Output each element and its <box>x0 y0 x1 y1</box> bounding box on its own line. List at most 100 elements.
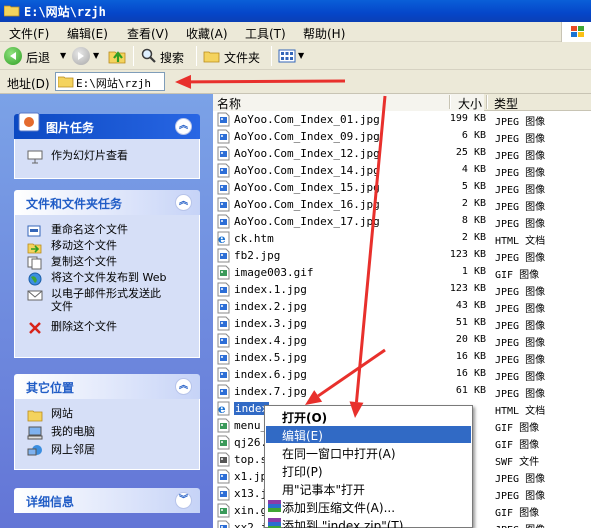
file-type: JPEG 图像 <box>495 202 546 213</box>
menu-favorites[interactable]: 收藏(A) <box>186 25 228 42</box>
table-row[interactable]: AoYoo.Com_Index_12.jpg 25 KB JPEG 图像 <box>213 145 591 162</box>
file-tasks-header[interactable]: 文件和文件夹任务 ︽ <box>14 190 200 215</box>
task-pane: 图片任务 ︽ 作为幻灯片查看 文件和文件夹任务 ︽ 重命名这个文件 移动这个文件 <box>0 94 213 528</box>
details-header[interactable]: 详细信息 ︾ <box>14 488 200 513</box>
table-row[interactable]: AoYoo.Com_Index_16.jpg 2 KB JPEG 图像 <box>213 196 591 213</box>
file-size: 2 KB <box>461 198 486 209</box>
table-row[interactable]: AoYoo.Com_Index_17.jpg 8 KB JPEG 图像 <box>213 213 591 230</box>
file-type: JPEG 图像 <box>495 372 546 383</box>
file-name: AoYoo.Com_Index_09.jpg <box>234 130 380 143</box>
file-name: top.s <box>234 453 268 466</box>
ctx-print[interactable]: 打印(P) <box>266 462 471 479</box>
chevron-down-icon[interactable]: ▼ <box>60 51 66 60</box>
menu-bar: 文件(F) 编辑(E) 查看(V) 收藏(A) 工具(T) 帮助(H) <box>0 22 591 42</box>
file-folder-tasks-panel: 文件和文件夹任务 ︽ 重命名这个文件 移动这个文件 复制这个文件 将这个文件发布… <box>14 190 200 358</box>
menu-tools[interactable]: 工具(T) <box>245 25 286 42</box>
jpeg-icon <box>217 129 230 144</box>
file-type: JPEG 图像 <box>495 168 546 179</box>
file-size: 5 KB <box>461 181 486 192</box>
table-row[interactable]: AoYoo.Com_Index_15.jpg 5 KB JPEG 图像 <box>213 179 591 196</box>
menu-help[interactable]: 帮助(H) <box>303 25 345 42</box>
file-name: xin.g <box>234 504 268 517</box>
collapse-icon[interactable]: ︽ <box>175 378 192 395</box>
views-button[interactable]: ▼ <box>278 46 306 66</box>
column-type[interactable]: 类型 <box>494 95 518 112</box>
table-row[interactable]: index.1.jpg 123 KB JPEG 图像 <box>213 281 591 298</box>
chevron-down-icon[interactable]: ▼ <box>298 51 304 60</box>
folder-icon <box>58 76 74 88</box>
jpeg-icon <box>217 469 230 484</box>
table-row[interactable]: index.5.jpg 16 KB JPEG 图像 <box>213 349 591 366</box>
address-bar: 地址(D) E:\网站\rzjh <box>0 70 591 94</box>
search-icon <box>141 48 156 63</box>
file-size: 123 KB <box>449 283 486 294</box>
svg-text:e: e <box>218 402 226 416</box>
ctx-open-same-window[interactable]: 在同一窗口中打开(A) <box>266 444 471 461</box>
svg-text:e: e <box>218 232 226 246</box>
table-row[interactable]: AoYoo.Com_Index_14.jpg 4 KB JPEG 图像 <box>213 162 591 179</box>
ctx-add-to-zip[interactable]: 添加到 "index.zip"(T) <box>266 516 471 528</box>
other-places-header[interactable]: 其它位置 ︽ <box>14 374 200 399</box>
ctx-add-to-archive[interactable]: 添加到压缩文件(A)... <box>266 498 471 515</box>
views-icon <box>278 49 296 63</box>
chevron-down-icon[interactable]: ▼ <box>93 51 99 60</box>
table-row[interactable]: AoYoo.Com_Index_01.jpg 199 KB JPEG 图像 <box>213 111 591 128</box>
collapse-icon[interactable]: ︽ <box>175 194 192 211</box>
table-row[interactable]: index.3.jpg 51 KB JPEG 图像 <box>213 315 591 332</box>
file-size: 4 KB <box>461 164 486 175</box>
gif-icon <box>217 418 230 433</box>
table-row[interactable]: index.7.jpg 61 KB JPEG 图像 <box>213 383 591 400</box>
address-input[interactable]: E:\网站\rzjh <box>55 72 165 91</box>
column-name[interactable]: 名称 <box>217 95 241 112</box>
up-folder-button[interactable] <box>108 46 128 66</box>
ctx-edit[interactable]: 编辑(E) <box>266 426 471 443</box>
menu-file[interactable]: 文件(F) <box>9 25 49 42</box>
ctx-open-notepad[interactable]: 用"记事本"打开 <box>266 480 471 497</box>
picture-tasks-header[interactable]: 图片任务 ︽ <box>14 112 200 139</box>
file-type: JPEG 图像 <box>495 389 546 400</box>
table-row[interactable]: fb2.jpg 123 KB JPEG 图像 <box>213 247 591 264</box>
file-name: index.5.jpg <box>234 351 307 364</box>
html-icon: e <box>217 401 230 416</box>
forward-arrow-icon <box>72 47 90 65</box>
move-icon <box>27 243 42 254</box>
jpeg-icon <box>217 112 230 127</box>
table-row[interactable]: index.6.jpg 16 KB JPEG 图像 <box>213 366 591 383</box>
file-type: JPEG 图像 <box>495 287 546 298</box>
table-row[interactable]: AoYoo.Com_Index_09.jpg 6 KB JPEG 图像 <box>213 128 591 145</box>
folders-button[interactable]: 文件夹 <box>203 46 265 66</box>
gif-icon <box>217 265 230 280</box>
table-row[interactable]: index.2.jpg 43 KB JPEG 图像 <box>213 298 591 315</box>
expand-icon[interactable]: ︾ <box>175 492 192 509</box>
swf-icon <box>217 452 230 467</box>
gif-icon <box>217 435 230 450</box>
collapse-icon[interactable]: ︽ <box>175 118 192 135</box>
address-label: 地址(D) <box>7 77 50 91</box>
windows-logo-icon <box>561 22 591 42</box>
forward-button[interactable]: ▼ <box>72 46 102 66</box>
menu-view[interactable]: 查看(V) <box>127 25 169 42</box>
file-type: HTML 文档 <box>495 236 546 247</box>
delete-icon <box>29 322 41 334</box>
folder-icon <box>4 5 20 17</box>
window-title: E:\网站\rzjh <box>24 5 106 19</box>
jpeg-icon <box>217 367 230 382</box>
file-name: index.4.jpg <box>234 334 307 347</box>
details-panel: 详细信息 ︾ <box>14 488 200 513</box>
column-header: 名称 大小 类型 <box>213 94 591 111</box>
toolbar-separator <box>271 46 272 66</box>
file-size: 16 KB <box>455 368 486 379</box>
file-type: JPEG 图像 <box>495 151 546 162</box>
archive-icon <box>268 500 281 512</box>
archive-icon <box>268 518 281 528</box>
column-size[interactable]: 大小 <box>458 95 482 112</box>
jpeg-icon <box>217 520 230 528</box>
search-button[interactable]: 搜索 <box>140 46 190 66</box>
menu-edit[interactable]: 编辑(E) <box>67 25 108 42</box>
ctx-open[interactable]: 打开(O) <box>266 408 471 425</box>
back-button[interactable]: 后退 ▼ <box>4 46 68 66</box>
table-row[interactable]: e ck.htm 2 KB HTML 文档 <box>213 230 591 247</box>
table-row[interactable]: image003.gif 1 KB GIF 图像 <box>213 264 591 281</box>
table-row[interactable]: index.4.jpg 20 KB JPEG 图像 <box>213 332 591 349</box>
toolbar: 后退 ▼ ▼ 搜索 文件夹 ▼ <box>0 42 591 70</box>
